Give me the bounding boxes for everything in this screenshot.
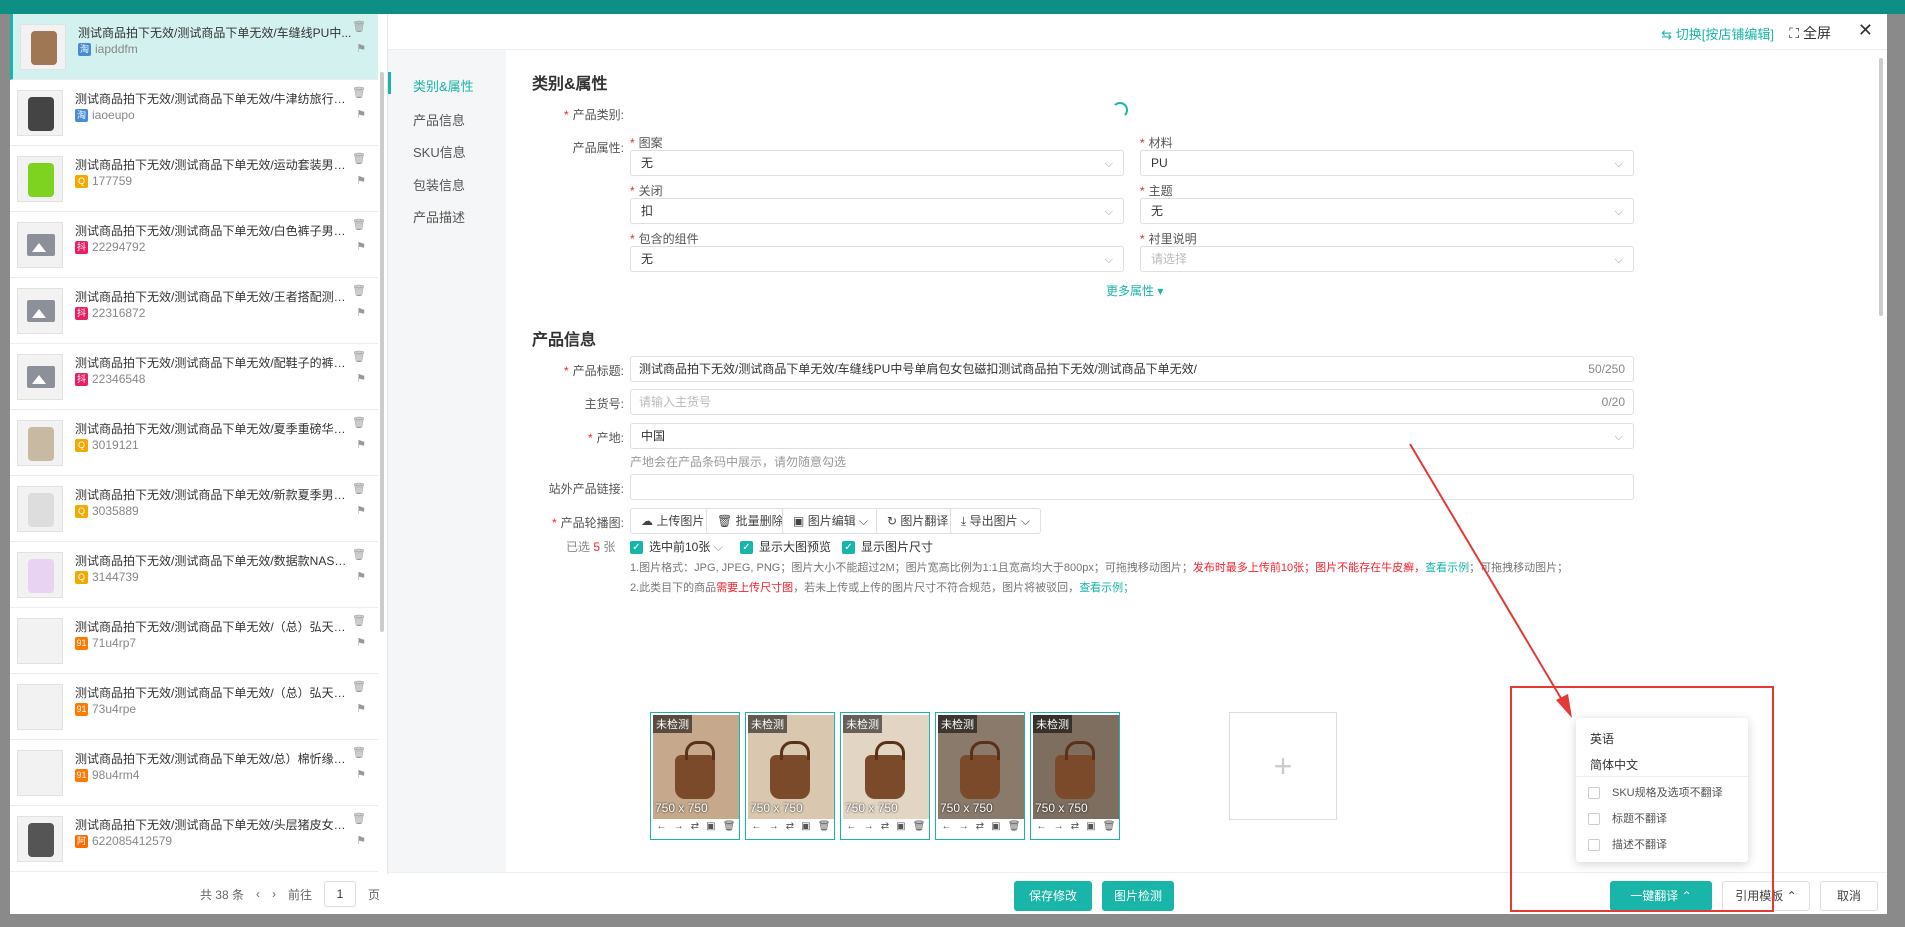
annotation-arrow	[1409, 443, 1572, 718]
